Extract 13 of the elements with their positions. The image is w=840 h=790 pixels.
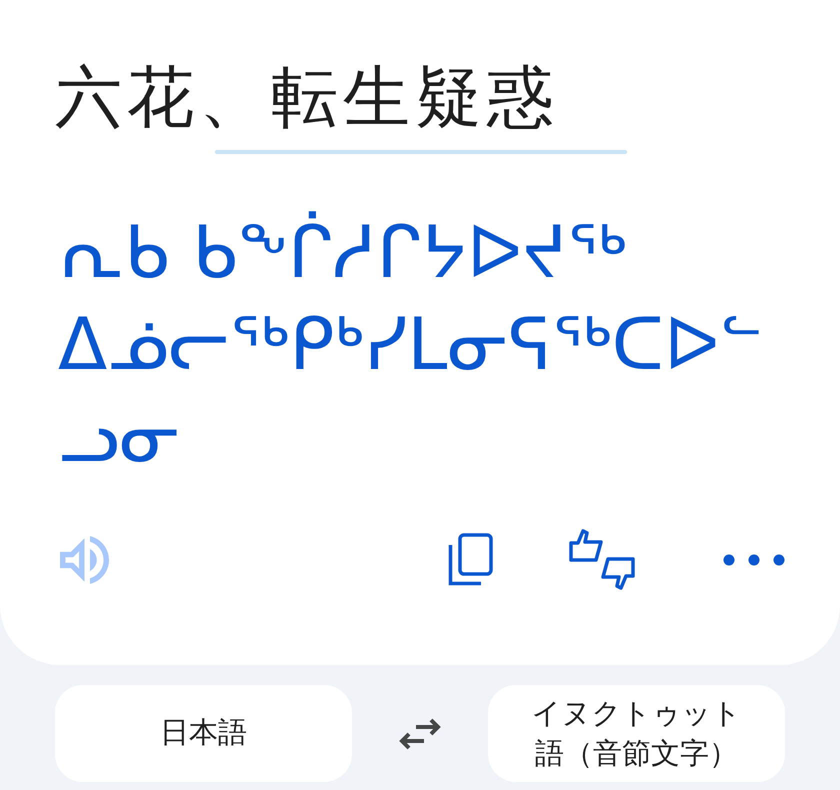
copy-button[interactable]: [447, 532, 493, 586]
speaker-icon: [60, 536, 109, 584]
swap-icon: [398, 718, 442, 750]
translation-text: ᕆᑲ ᑲᖕᒌᓱᒋᔭᐅᔪᖅ ᐃᓅᓕᖅᑭᒃᓯᒪᓂᕋᖅᑕᐅᓪᓗᓂ: [58, 209, 764, 480]
source-text: 六花、転生疑惑: [55, 59, 559, 137]
feedback-button[interactable]: [568, 528, 636, 591]
source-language-button[interactable]: 日本語: [55, 685, 352, 782]
target-language-button[interactable]: イヌクトゥット語（音節文字）: [488, 685, 785, 782]
thumbs-up-down-icon: [568, 528, 636, 591]
more-icon: [723, 554, 785, 566]
more-button[interactable]: [723, 554, 785, 566]
copy-icon: [447, 532, 493, 586]
swap-languages-button[interactable]: [398, 718, 442, 750]
